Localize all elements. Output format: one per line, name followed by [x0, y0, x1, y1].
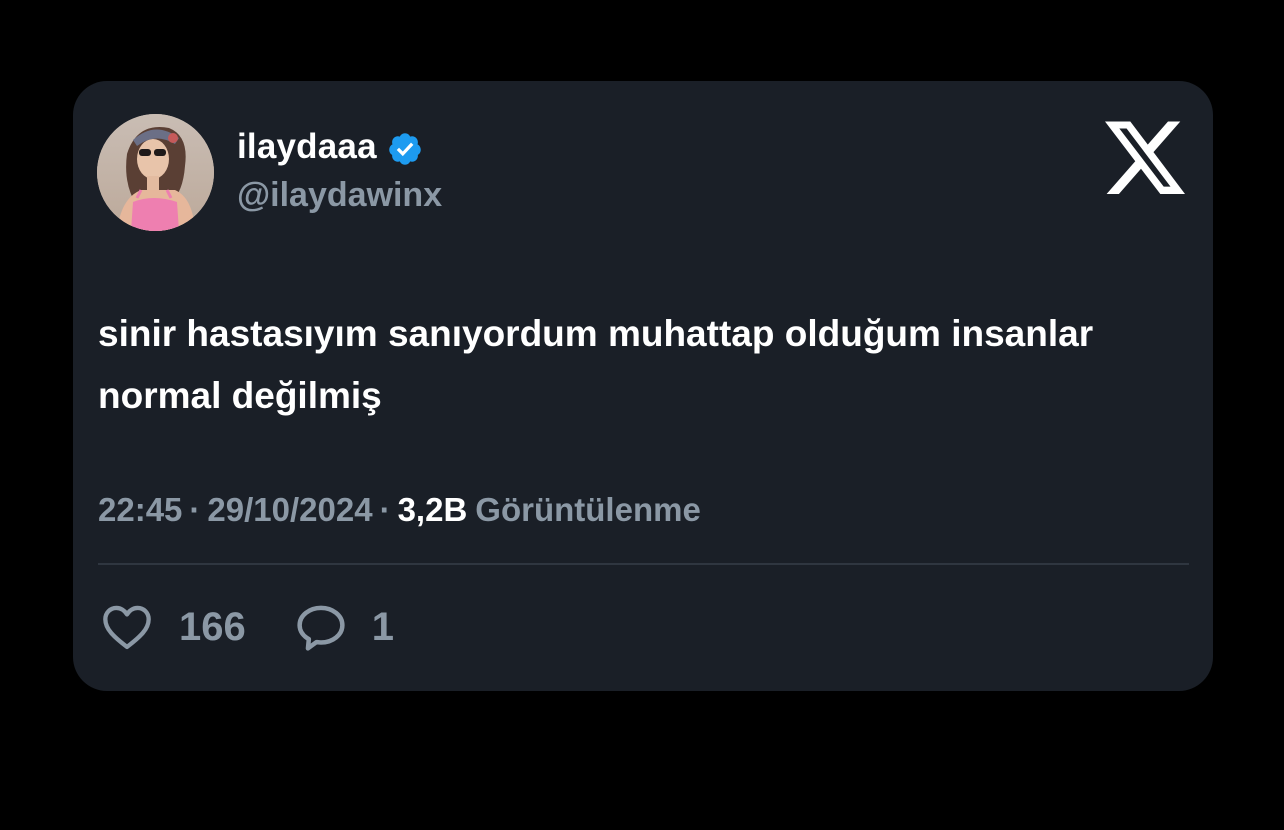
verified-badge-icon: [389, 132, 421, 165]
avatar[interactable]: [97, 114, 214, 231]
tweet-time[interactable]: 22:45: [98, 491, 182, 529]
reply-button[interactable]: 1: [294, 602, 394, 652]
tweet-date[interactable]: 29/10/2024: [207, 491, 372, 529]
display-name[interactable]: ilaydaaa: [237, 127, 377, 167]
tweet-text: sinir hastasıyım sanıyordum muhattap old…: [98, 313, 1094, 416]
like-count: 166: [179, 604, 246, 649]
divider: [98, 563, 1189, 565]
x-logo-icon: [1105, 121, 1185, 194]
meta-separator: ·: [189, 491, 201, 528]
speech-bubble-icon: [297, 605, 345, 651]
like-button[interactable]: 166: [101, 603, 246, 651]
views-count: 3,2B: [397, 491, 468, 528]
meta-separator: ·: [379, 491, 391, 528]
tweet-card[interactable]: ilaydaaa @ilaydawinx sinir hastasıyım sa…: [73, 81, 1213, 691]
tweet-meta: 22:45 · 29/10/2024 · 3,2B Görüntülenme: [98, 491, 701, 529]
action-bar: 166 1: [101, 602, 394, 652]
heart-icon: [103, 605, 151, 650]
reply-count: 1: [371, 604, 394, 649]
author-handle[interactable]: @ilaydawinx: [237, 176, 442, 215]
author-name-row: ilaydaaa: [237, 127, 423, 167]
views-label: Görüntülenme: [475, 491, 701, 528]
